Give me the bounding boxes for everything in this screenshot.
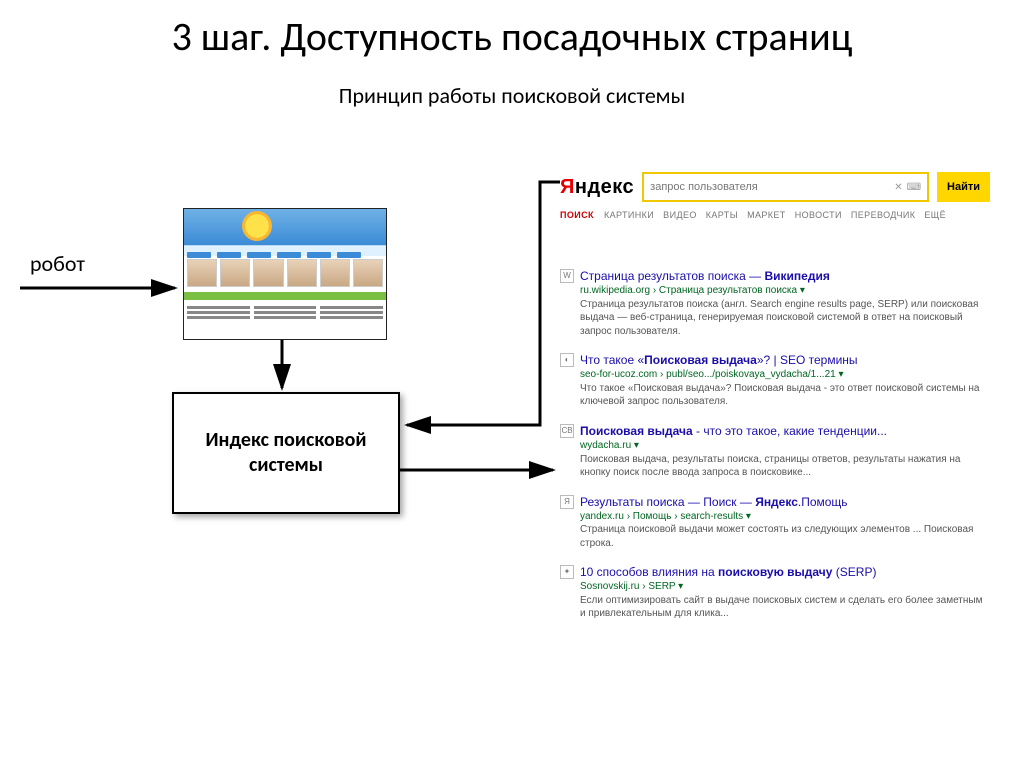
search-result: ✦ 10 способов влияния на поисковую выдачу… <box>560 564 990 621</box>
avatar <box>220 259 250 287</box>
result-title[interactable]: Страница результатов поиска — Википедия <box>580 268 990 284</box>
search-result: ◐ Что такое «Поисковая выдача»? | SEO тер… <box>560 352 990 409</box>
site-nav <box>184 245 386 256</box>
arrow-index-to-serp <box>398 460 568 480</box>
keyboard-icon[interactable]: ⌨ <box>907 182 921 193</box>
tab-more[interactable]: ЕЩЁ <box>924 210 946 220</box>
result-title[interactable]: Поисковая выдача - что это такое, какие … <box>580 423 990 439</box>
find-button[interactable]: Найти <box>937 172 990 202</box>
tab-news[interactable]: НОВОСТИ <box>795 210 842 220</box>
arrow-robot-to-site <box>20 278 190 298</box>
index-box: Индекс поисковой системы <box>172 392 400 514</box>
tab-search[interactable]: ПОИСК <box>560 210 594 220</box>
favicon-icon: ✦ <box>560 565 574 579</box>
favicon-icon: W <box>560 269 574 283</box>
result-url[interactable]: ru.wikipedia.org › Страница результатов … <box>580 284 990 298</box>
result-snippet: Страница поисковой выдачи может состоять… <box>580 523 990 550</box>
result-title[interactable]: 10 способов влияния на поисковую выдачу … <box>580 564 990 580</box>
close-icon[interactable]: ✕ <box>894 182 902 193</box>
search-input[interactable]: запрос пользователя ✕⌨ <box>642 172 929 202</box>
avatar <box>287 259 317 287</box>
avatar <box>320 259 350 287</box>
arrow-site-to-index <box>272 340 292 400</box>
tab-images[interactable]: КАРТИНКИ <box>604 210 654 220</box>
tab-translate[interactable]: ПЕРЕВОДЧИК <box>851 210 915 220</box>
result-url[interactable]: Sosnovskij.ru › SERP ▾ <box>580 580 990 594</box>
searchbox-icons: ✕⌨ <box>894 182 921 193</box>
serp-tabs: ПОИСК КАРТИНКИ ВИДЕО КАРТЫ МАРКЕТ НОВОСТИ ПЕРЕ… <box>560 210 990 220</box>
favicon-icon: Я <box>560 495 574 509</box>
result-url[interactable]: seo-for-ucoz.com › publ/seo.../poiskovay… <box>580 368 990 382</box>
result-url[interactable]: wydacha.ru ▾ <box>580 439 990 453</box>
tab-video[interactable]: ВИДЕО <box>663 210 697 220</box>
avatar <box>353 259 383 287</box>
search-result: W Страница результатов поиска — Википедия… <box>560 268 990 338</box>
avatar-row <box>184 256 386 290</box>
avatar <box>253 259 283 287</box>
yandex-search-bar: Яндекс запрос пользователя ✕⌨ Найти <box>560 172 990 202</box>
result-snippet: Поисковая выдача, результаты поиска, стр… <box>580 453 990 480</box>
result-url[interactable]: yandex.ru › Помощь › search-results ▾ <box>580 510 990 524</box>
site-header <box>184 209 386 245</box>
serp-panel: Яндекс запрос пользователя ✕⌨ Найти ПОИС… <box>560 172 990 602</box>
slide-title: 3 шаг. Доступность посадочных страниц <box>0 12 1024 61</box>
result-snippet: Страница результатов поиска (англ. Searc… <box>580 298 990 339</box>
search-result: СВ Поисковая выдача - что это такое, каки… <box>560 423 990 480</box>
search-result: Я Результаты поиска — Поиск — Яндекс.Помо… <box>560 494 990 551</box>
site-lower <box>184 302 386 323</box>
result-title[interactable]: Результаты поиска — Поиск — Яндекс.Помощ… <box>580 494 990 510</box>
result-snippet: Что такое «Поисковая выдача»? Поисковая … <box>580 382 990 409</box>
tab-market[interactable]: МАРКЕТ <box>747 210 786 220</box>
sun-icon <box>242 211 272 241</box>
result-snippet: Если оптимизировать сайт в выдаче поиско… <box>580 594 990 621</box>
avatar <box>187 259 217 287</box>
robot-label: робот <box>30 250 85 277</box>
slide-subtitle: Принцип работы поисковой системы <box>0 82 1024 109</box>
search-query-text: запрос пользователя <box>650 181 758 193</box>
tab-maps[interactable]: КАРТЫ <box>706 210 738 220</box>
green-bar <box>184 292 386 300</box>
yandex-logo: Яндекс <box>560 176 634 199</box>
favicon-icon: СВ <box>560 424 574 438</box>
favicon-icon: ◐ <box>560 353 574 367</box>
website-thumbnail <box>183 208 387 340</box>
result-title[interactable]: Что такое «Поисковая выдача»? | SEO терм… <box>580 352 990 368</box>
arrow-serp-to-index <box>395 170 575 440</box>
